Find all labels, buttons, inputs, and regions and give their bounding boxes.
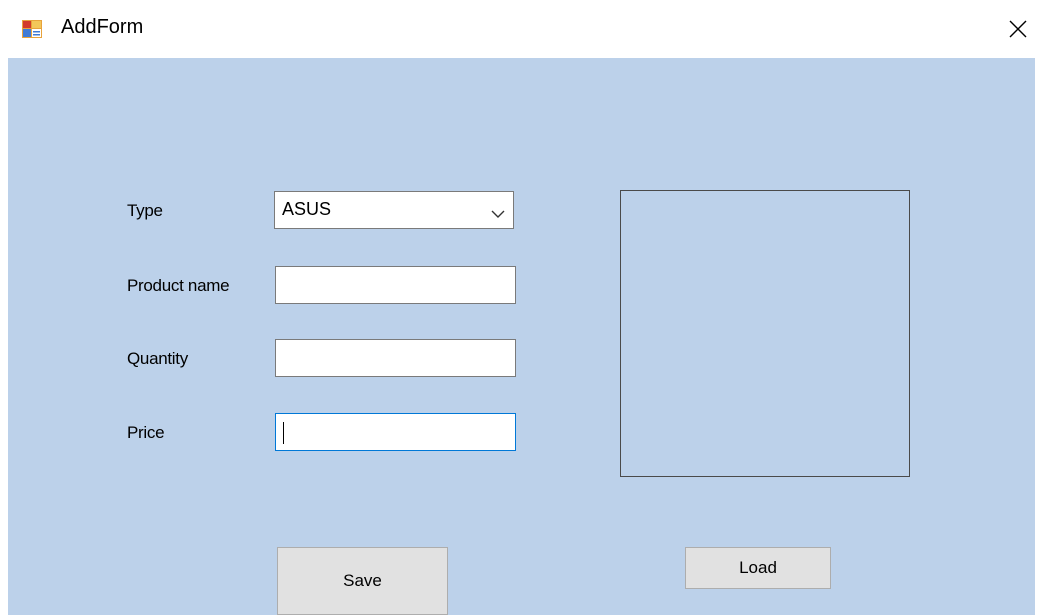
price-field[interactable] — [275, 413, 516, 451]
image-preview-box — [620, 190, 910, 477]
quantity-label: Quantity — [127, 349, 188, 368]
price-label: Price — [127, 423, 165, 442]
type-dropdown[interactable]: ASUS — [274, 191, 514, 229]
product-name-label: Product name — [127, 276, 230, 295]
chevron-down-icon[interactable] — [491, 206, 505, 218]
save-button[interactable]: Save — [277, 547, 448, 615]
close-icon[interactable] — [1003, 14, 1033, 44]
load-button[interactable]: Load — [685, 547, 831, 589]
form-app-icon — [22, 20, 42, 38]
type-label: Type — [127, 201, 163, 220]
window-title: AddForm — [61, 16, 144, 38]
type-selected-value: ASUS — [282, 199, 332, 219]
add-form-window: AddForm Type ASUS Product name Quantity … — [0, 0, 1043, 615]
title-bar: AddForm — [0, 0, 1043, 58]
text-caret — [283, 422, 284, 444]
product-name-field[interactable] — [275, 266, 516, 304]
quantity-field[interactable] — [275, 339, 516, 377]
